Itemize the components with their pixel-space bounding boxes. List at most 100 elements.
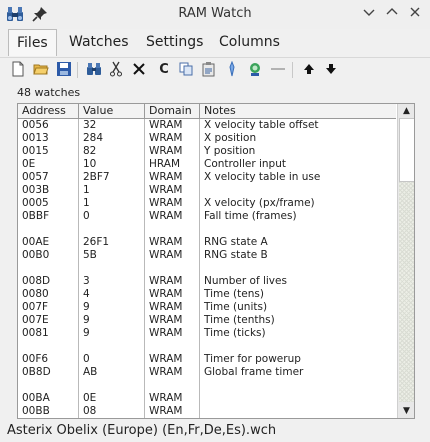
table-row[interactable]: 0081 9 WRAM Time (ticks): [18, 327, 396, 340]
menu-columns[interactable]: Columns: [211, 29, 288, 55]
minimize-button[interactable]: [360, 5, 378, 23]
cell-address: 0BBF: [22, 210, 50, 222]
save-icon[interactable]: [55, 61, 73, 79]
table-row[interactable]: 0080 4 WRAM Time (tens): [18, 288, 396, 301]
title-bar: RAM Watch: [0, 0, 430, 29]
cell-domain: WRAM: [149, 288, 183, 300]
copy-c-icon[interactable]: C: [155, 61, 173, 79]
table-row[interactable]: 007F 9 WRAM Time (units): [18, 301, 396, 314]
scrollbar-track[interactable]: [399, 182, 414, 402]
find-icon[interactable]: [85, 61, 103, 79]
cell-address: 00B0: [22, 249, 50, 261]
cell-domain: WRAM: [149, 405, 183, 417]
paste-icon[interactable]: [200, 61, 218, 79]
cell-notes: Y position: [204, 145, 256, 157]
scroll-up-arrow-icon[interactable]: ▲: [398, 104, 414, 118]
table-row[interactable]: 0E 10 HRAM Controller input: [18, 158, 396, 171]
cell-value: 26F1: [83, 236, 110, 248]
menu-files[interactable]: Files: [8, 29, 57, 56]
cell-address: [18, 379, 78, 392]
vertical-scrollbar[interactable]: ▲ ▼: [397, 104, 414, 418]
cell-notes: [200, 379, 396, 392]
cell-value: 1: [83, 184, 90, 196]
table-row[interactable]: 0056 32 WRAM X velocity table offset: [18, 119, 396, 132]
toolbar-separator: [292, 62, 293, 78]
cell-notes: [200, 392, 396, 405]
table-row[interactable]: 007E 9 WRAM Time (tenths): [18, 314, 396, 327]
move-up-icon[interactable]: [300, 61, 318, 79]
cell-address: [18, 340, 78, 353]
cell-notes: Fall time (frames): [204, 210, 297, 222]
move-down-icon[interactable]: [322, 61, 340, 79]
separator-icon[interactable]: [269, 61, 287, 79]
cell-domain: [145, 340, 199, 353]
cell-domain: WRAM: [149, 171, 183, 183]
cell-domain: WRAM: [149, 236, 183, 248]
cell-address: 008D: [22, 275, 51, 287]
table-row[interactable]: 00B0 5B WRAM RNG state B: [18, 249, 396, 262]
status-filename: Asterix Obelix (Europe) (En,Fr,De,Es).wc…: [7, 423, 277, 438]
cell-value: 3: [83, 275, 90, 287]
cell-notes: X velocity table in use: [204, 171, 321, 183]
table-row[interactable]: 008D 3 WRAM Number of lives: [18, 275, 396, 288]
watch-count: 48 watches: [17, 86, 81, 99]
cell-notes: X position: [204, 132, 257, 144]
table-row[interactable]: 0013 284 WRAM X position: [18, 132, 396, 145]
cell-value: [79, 262, 144, 275]
copy-icon[interactable]: [177, 61, 195, 79]
cell-value: 0: [83, 353, 90, 365]
close-button[interactable]: [406, 5, 424, 23]
table-row[interactable]: 0057 2BF7 WRAM X velocity table in use: [18, 171, 396, 184]
freeze-icon[interactable]: [246, 61, 264, 79]
table-row[interactable]: 0BBF 0 WRAM Fall time (frames): [18, 210, 396, 223]
table-row[interactable]: 0005 1 WRAM X velocity (px/frame): [18, 197, 396, 210]
cell-address: 0057: [22, 171, 49, 183]
table-row[interactable]: [18, 223, 396, 236]
table-row[interactable]: 003B 1 WRAM: [18, 184, 396, 197]
cell-value: 9: [83, 301, 90, 313]
cell-domain: WRAM: [149, 366, 183, 378]
open-folder-icon[interactable]: [32, 61, 50, 79]
cell-value: 9: [83, 314, 90, 326]
cell-address: 0015: [22, 145, 49, 157]
poke-icon[interactable]: [223, 60, 241, 79]
ram-watch-window: RAM Watch Files Watches Settings Columns: [0, 0, 430, 442]
column-header-notes[interactable]: Notes: [200, 104, 396, 118]
table-row[interactable]: 00BB 08 WRAM: [18, 405, 396, 418]
new-file-icon[interactable]: [9, 61, 27, 79]
cell-value: 08: [83, 405, 97, 417]
cell-notes: Number of lives: [204, 275, 287, 287]
table-row[interactable]: [18, 262, 396, 275]
cell-value: [79, 340, 144, 353]
table-row[interactable]: 00F6 0 WRAM Timer for powerup: [18, 353, 396, 366]
menu-settings[interactable]: Settings: [138, 29, 211, 55]
table-row[interactable]: [18, 340, 396, 353]
cell-domain: WRAM: [149, 145, 183, 157]
cell-value: 9: [83, 327, 90, 339]
scrollbar-thumb[interactable]: [399, 118, 414, 182]
scroll-down-arrow-icon[interactable]: ▼: [398, 404, 414, 418]
table-header: Address Value Domain Notes: [18, 104, 396, 119]
menu-watches[interactable]: Watches: [61, 29, 137, 55]
cell-notes: [200, 184, 396, 197]
cell-address: 003B: [22, 184, 50, 196]
cell-address: 00BB: [22, 405, 50, 417]
cell-notes: X velocity table offset: [204, 119, 319, 131]
toolbar: C: [0, 57, 430, 83]
table-row[interactable]: 0B8D AB WRAM Global frame timer: [18, 366, 396, 379]
column-header-domain[interactable]: Domain: [145, 104, 200, 118]
maximize-button[interactable]: [383, 5, 401, 23]
cell-notes: [200, 223, 396, 236]
column-header-address[interactable]: Address: [18, 104, 79, 118]
cell-value: [79, 379, 144, 392]
column-header-value[interactable]: Value: [79, 104, 145, 118]
table-row[interactable]: 0015 82 WRAM Y position: [18, 145, 396, 158]
table-row[interactable]: 00BA 0E WRAM: [18, 392, 396, 405]
remove-icon[interactable]: [130, 61, 148, 79]
table-row[interactable]: [18, 379, 396, 392]
cell-notes: [200, 405, 396, 418]
table-row[interactable]: 00AE 26F1 WRAM RNG state A: [18, 236, 396, 249]
cell-address: [18, 223, 78, 236]
cell-address: 00F6: [22, 353, 49, 365]
cut-icon[interactable]: [107, 61, 125, 79]
